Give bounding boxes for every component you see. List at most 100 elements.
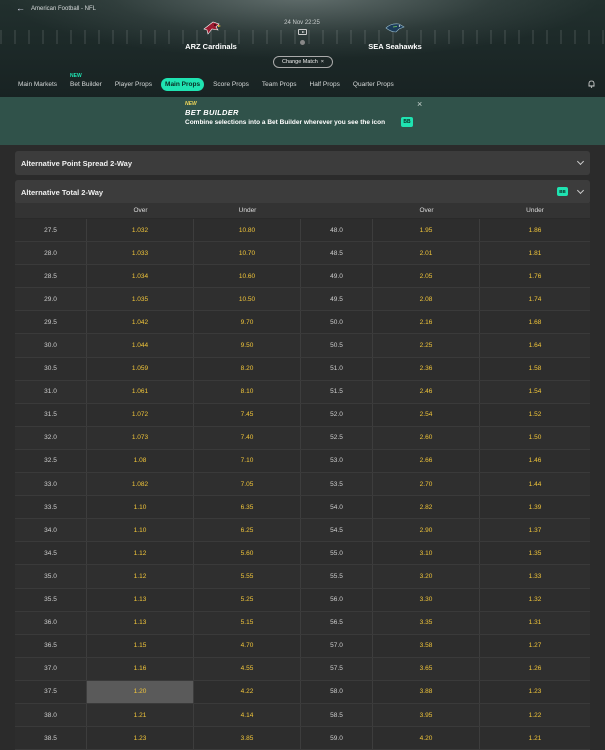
over-odds[interactable]: 2.08 xyxy=(373,288,480,311)
under-odds[interactable]: 5.55 xyxy=(194,565,301,588)
over-odds[interactable]: 3.65 xyxy=(373,657,480,680)
section-alt-total[interactable]: Alternative Total 2-Way BB xyxy=(15,180,590,204)
under-odds[interactable]: 10.70 xyxy=(194,242,301,265)
under-odds[interactable]: 5.60 xyxy=(194,542,301,565)
over-odds[interactable]: 1.20 xyxy=(87,680,194,703)
over-odds[interactable]: 2.46 xyxy=(373,380,480,403)
close-icon[interactable]: × xyxy=(417,99,422,109)
over-odds[interactable]: 2.70 xyxy=(373,473,480,496)
over-odds[interactable]: 2.54 xyxy=(373,403,480,426)
over-odds[interactable]: 1.082 xyxy=(87,473,194,496)
under-odds[interactable]: 9.70 xyxy=(194,311,301,334)
over-odds[interactable]: 3.58 xyxy=(373,634,480,657)
under-odds[interactable]: 1.33 xyxy=(480,565,590,587)
under-odds[interactable]: 1.22 xyxy=(480,704,590,726)
under-odds[interactable]: 8.20 xyxy=(194,357,301,380)
under-odds[interactable]: 1.32 xyxy=(480,589,590,611)
under-odds[interactable]: 5.25 xyxy=(194,588,301,611)
over-odds[interactable]: 1.042 xyxy=(87,311,194,334)
over-odds[interactable]: 1.034 xyxy=(87,265,194,288)
tab-player-props[interactable]: Player Props xyxy=(111,78,156,91)
over-odds[interactable]: 3.20 xyxy=(373,565,480,588)
under-odds[interactable]: 1.52 xyxy=(480,404,590,426)
over-odds[interactable]: 1.23 xyxy=(87,727,194,750)
over-odds[interactable]: 3.95 xyxy=(373,703,480,727)
under-odds[interactable]: 10.80 xyxy=(194,219,301,242)
tab-half-props[interactable]: Half Props xyxy=(306,78,344,91)
under-odds[interactable]: 1.26 xyxy=(480,658,590,680)
over-odds[interactable]: 2.36 xyxy=(373,357,480,380)
under-odds[interactable]: 1.74 xyxy=(480,288,590,310)
over-odds[interactable]: 1.035 xyxy=(87,288,194,311)
under-odds[interactable]: 3.85 xyxy=(194,727,301,750)
over-odds[interactable]: 3.88 xyxy=(373,680,480,703)
change-match-button[interactable]: Change Match × xyxy=(273,56,333,68)
over-odds[interactable]: 1.15 xyxy=(87,634,194,657)
breadcrumb-label[interactable]: American Football - NFL xyxy=(31,6,96,12)
under-odds[interactable]: 1.54 xyxy=(480,381,590,403)
breadcrumb[interactable]: ← American Football - NFL xyxy=(16,4,96,13)
under-odds[interactable]: 1.31 xyxy=(480,612,590,634)
under-odds[interactable]: 10.50 xyxy=(194,288,301,311)
over-odds[interactable]: 2.25 xyxy=(373,334,480,357)
over-odds[interactable]: 2.66 xyxy=(373,449,480,473)
under-odds[interactable]: 1.23 xyxy=(480,681,590,703)
under-odds[interactable]: 8.10 xyxy=(194,380,301,403)
tab-quarter-props[interactable]: Quarter Props xyxy=(349,78,398,91)
over-odds[interactable]: 1.21 xyxy=(87,703,194,727)
under-odds[interactable]: 4.70 xyxy=(194,634,301,657)
under-odds[interactable]: 10.60 xyxy=(194,265,301,288)
under-odds[interactable]: 1.64 xyxy=(480,334,590,356)
under-odds[interactable]: 4.55 xyxy=(194,657,301,680)
under-odds[interactable]: 7.05 xyxy=(194,473,301,496)
over-odds[interactable]: 1.073 xyxy=(87,426,194,449)
over-odds[interactable]: 1.059 xyxy=(87,357,194,380)
chevron-down-icon[interactable] xyxy=(576,186,585,195)
under-odds[interactable]: 4.14 xyxy=(194,703,301,727)
over-odds[interactable]: 3.10 xyxy=(373,542,480,565)
tab-main-props[interactable]: Main Props xyxy=(161,77,205,91)
back-arrow-icon[interactable]: ← xyxy=(16,4,25,13)
under-odds[interactable]: 1.58 xyxy=(480,358,590,380)
under-odds[interactable]: 1.39 xyxy=(480,496,590,518)
over-odds[interactable]: 4.20 xyxy=(373,727,480,750)
under-odds[interactable]: 1.76 xyxy=(480,265,590,287)
under-odds[interactable]: 7.40 xyxy=(194,426,301,449)
over-odds[interactable]: 2.05 xyxy=(373,265,480,288)
under-odds[interactable]: 6.35 xyxy=(194,496,301,519)
tab-score-props[interactable]: Score Props xyxy=(209,78,253,91)
over-odds[interactable]: 2.16 xyxy=(373,311,480,334)
under-odds[interactable]: 7.45 xyxy=(194,403,301,426)
under-odds[interactable]: 5.15 xyxy=(194,611,301,634)
over-odds[interactable]: 1.16 xyxy=(87,657,194,680)
tab-main-markets[interactable]: Main Markets xyxy=(14,78,61,91)
under-odds[interactable]: 1.50 xyxy=(480,427,590,449)
chevron-down-icon[interactable] xyxy=(576,157,585,166)
under-odds[interactable]: 1.35 xyxy=(480,542,590,564)
over-odds[interactable]: 1.08 xyxy=(87,449,194,473)
over-odds[interactable]: 1.072 xyxy=(87,403,194,426)
tab-bet-builder[interactable]: NEW Bet Builder xyxy=(66,73,106,91)
over-odds[interactable]: 1.10 xyxy=(87,519,194,542)
under-odds[interactable]: 1.27 xyxy=(480,635,590,657)
over-odds[interactable]: 1.12 xyxy=(87,565,194,588)
under-odds[interactable]: 6.25 xyxy=(194,519,301,542)
over-odds[interactable]: 1.13 xyxy=(87,588,194,611)
over-odds[interactable]: 2.60 xyxy=(373,426,480,449)
under-odds[interactable]: 1.21 xyxy=(480,727,590,749)
over-odds[interactable]: 1.032 xyxy=(87,219,194,242)
under-odds[interactable]: 1.81 xyxy=(480,242,590,264)
over-odds[interactable]: 1.95 xyxy=(373,219,480,242)
over-odds[interactable]: 1.061 xyxy=(87,380,194,403)
under-odds[interactable]: 1.86 xyxy=(480,219,590,241)
over-odds[interactable]: 1.033 xyxy=(87,242,194,265)
under-odds[interactable]: 7.10 xyxy=(194,449,301,473)
bell-icon[interactable] xyxy=(588,80,595,88)
over-odds[interactable]: 1.044 xyxy=(87,334,194,357)
under-odds[interactable]: 1.68 xyxy=(480,311,590,333)
over-odds[interactable]: 2.01 xyxy=(373,242,480,265)
over-odds[interactable]: 3.30 xyxy=(373,588,480,611)
over-odds[interactable]: 1.10 xyxy=(87,496,194,519)
over-odds[interactable]: 2.90 xyxy=(373,519,480,542)
over-odds[interactable]: 3.35 xyxy=(373,611,480,634)
